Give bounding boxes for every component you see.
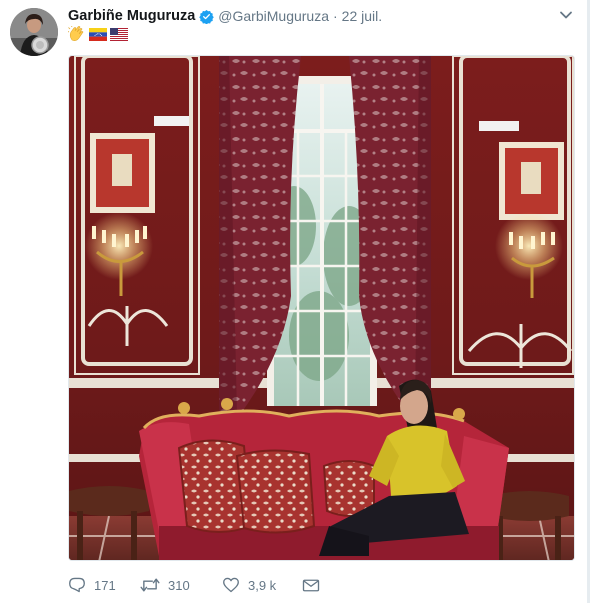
tweet-actions: 171 310 3,9 k xyxy=(68,575,320,595)
tweet-text xyxy=(68,25,128,43)
retweet-count: 310 xyxy=(168,577,190,593)
author-handle[interactable]: @GarbiMuguruza xyxy=(218,8,329,24)
author-name[interactable]: Garbiñe Muguruza xyxy=(68,8,195,24)
direct-message-button[interactable] xyxy=(302,578,320,593)
venezuela-flag-emoji xyxy=(89,27,107,41)
tweet-date[interactable]: 22 juil. xyxy=(342,8,382,24)
reply-icon xyxy=(68,577,86,593)
like-button[interactable]: 3,9 k xyxy=(222,577,302,593)
tweet-photo[interactable] xyxy=(68,55,575,561)
chevron-down-icon[interactable] xyxy=(558,8,574,20)
retweet-icon xyxy=(140,577,160,593)
avatar[interactable] xyxy=(10,8,58,56)
clapping-hands-emoji xyxy=(68,26,86,42)
reply-count: 171 xyxy=(94,577,116,593)
like-count: 3,9 k xyxy=(248,577,277,593)
header-separator: · xyxy=(333,8,338,24)
reply-button[interactable]: 171 xyxy=(68,577,140,593)
retweet-button[interactable]: 310 xyxy=(140,577,222,593)
tweet-header: Garbiñe Muguruza @GarbiMuguruza · 22 jui… xyxy=(68,7,382,25)
envelope-icon xyxy=(302,578,320,593)
heart-icon xyxy=(222,577,240,593)
verified-badge-icon xyxy=(199,9,215,24)
usa-flag-emoji xyxy=(110,27,128,41)
tweet-card: Garbiñe Muguruza @GarbiMuguruza · 22 jui… xyxy=(0,0,590,603)
